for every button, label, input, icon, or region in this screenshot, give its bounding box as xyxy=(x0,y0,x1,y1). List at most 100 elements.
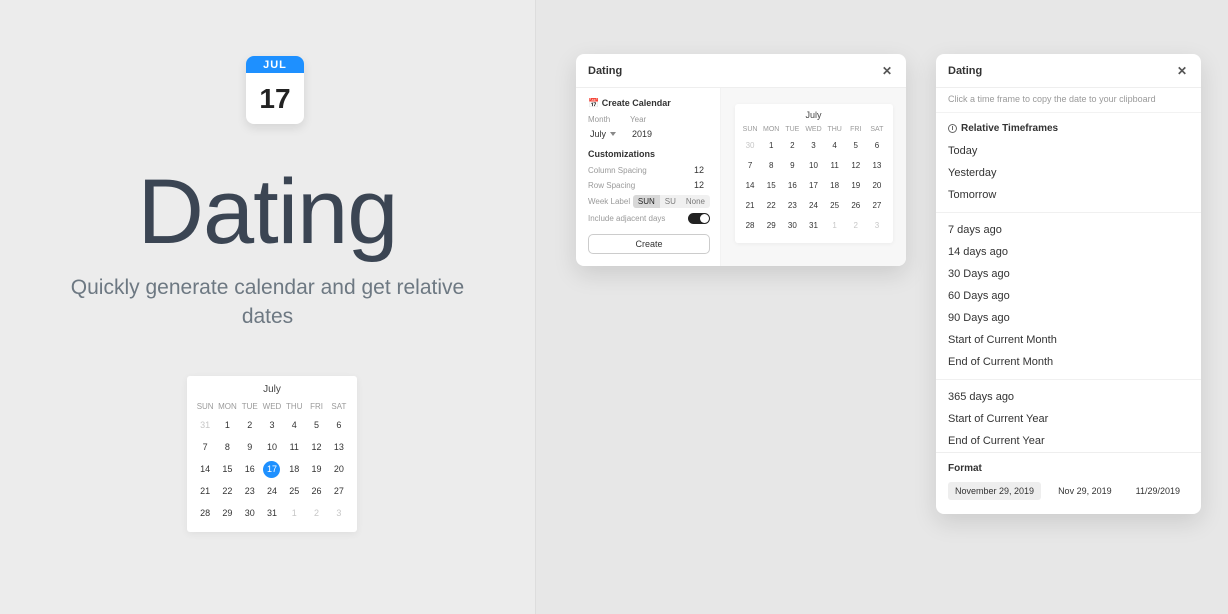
create-calendar-heading: 📅 Create Calendar xyxy=(588,98,710,109)
calendar-day: 6 xyxy=(866,135,887,155)
calendar-day: 21 xyxy=(740,195,761,215)
clock-icon xyxy=(948,124,957,133)
calendar-day: 31 xyxy=(261,502,283,524)
calendar-day: 1 xyxy=(761,135,782,155)
calendar-day: 28 xyxy=(194,502,216,524)
week-label-segment[interactable]: SUNSUNone xyxy=(633,195,710,208)
relative-timeframes-heading: Relative Timeframes xyxy=(936,113,1201,140)
app-icon: JUL 17 xyxy=(246,56,304,124)
day-of-week-header: TUE xyxy=(239,399,261,414)
calendar-day: 2 xyxy=(782,135,803,155)
calendar-day: 27 xyxy=(866,195,887,215)
format-option[interactable]: Nov 29, 2019 xyxy=(1051,482,1119,500)
format-option[interactable]: 11/29/2019 xyxy=(1129,482,1187,500)
create-button[interactable]: Create xyxy=(588,234,710,254)
format-options: November 29, 2019 Nov 29, 2019 11/29/2019 xyxy=(948,482,1189,500)
day-of-week-header: THU xyxy=(283,399,305,414)
calendar-day: 28 xyxy=(740,215,761,235)
row-spacing-label: Row Spacing xyxy=(588,181,635,190)
timeframe-item[interactable]: End of Current Month xyxy=(948,351,1189,373)
timeframe-item[interactable]: 90 Days ago xyxy=(948,307,1189,329)
timeframe-item[interactable]: Today xyxy=(948,140,1189,162)
adjacent-days-toggle[interactable] xyxy=(688,213,710,224)
week-label-option[interactable]: None xyxy=(681,195,710,208)
format-label: Format xyxy=(948,463,1189,474)
hero-panel: JUL 17 Dating Quickly generate calendar … xyxy=(0,0,535,614)
hero-subtitle: Quickly generate calendar and get relati… xyxy=(0,274,535,332)
calendar-day: 15 xyxy=(761,175,782,195)
calendar-day: 9 xyxy=(239,436,261,458)
calendar-day: 7 xyxy=(194,436,216,458)
column-spacing-label: Column Spacing xyxy=(588,166,647,175)
calendar-day: 8 xyxy=(216,436,238,458)
calendar-day: 2 xyxy=(305,502,327,524)
week-label-option[interactable]: SU xyxy=(660,195,681,208)
row-spacing-input[interactable]: 12 xyxy=(694,180,710,190)
calendar-day: 5 xyxy=(845,135,866,155)
day-of-week-header: SAT xyxy=(328,399,350,414)
calendar-day: 17 xyxy=(261,458,283,480)
calendar-day: 16 xyxy=(782,175,803,195)
calendar-day: 31 xyxy=(803,215,824,235)
calendar-day: 29 xyxy=(216,502,238,524)
create-calendar-window: Dating ✕ 📅 Create Calendar Month July Ye… xyxy=(576,54,906,266)
timeframe-item[interactable]: Yesterday xyxy=(948,162,1189,184)
week-label-label: Week Label xyxy=(588,197,630,206)
close-icon[interactable]: ✕ xyxy=(1175,63,1189,79)
timeframe-item[interactable]: Tomorrow xyxy=(948,184,1189,206)
preview-calendar: July SUNMONTUEWEDTHUFRISAT 3112345678910… xyxy=(187,376,357,532)
calendar-icon: 📅 xyxy=(588,98,599,108)
calendar-preview-pane: July SUNMONTUEWEDTHUFRISAT 3012345678910… xyxy=(721,88,906,266)
calendar-day: 8 xyxy=(761,155,782,175)
customizations-heading: Customizations xyxy=(588,149,710,159)
timeframe-item[interactable]: End of Current Year xyxy=(948,430,1189,452)
calendar-day: 17 xyxy=(803,175,824,195)
calendar-day: 30 xyxy=(782,215,803,235)
calendar-day: 18 xyxy=(283,458,305,480)
calendar-day: 20 xyxy=(866,175,887,195)
app-icon-month: JUL xyxy=(246,56,304,73)
calendar-day: 10 xyxy=(803,155,824,175)
calendar-day: 1 xyxy=(824,215,845,235)
calendar-day: 2 xyxy=(239,414,261,436)
calendar-day: 1 xyxy=(283,502,305,524)
calendar-day: 31 xyxy=(194,414,216,436)
day-of-week-header: TUE xyxy=(782,124,803,135)
timeframe-item[interactable]: 365 days ago xyxy=(948,386,1189,408)
divider xyxy=(936,379,1201,380)
timeframe-item[interactable]: 14 days ago xyxy=(948,241,1189,263)
timeframe-item[interactable]: 7 days ago xyxy=(948,219,1189,241)
calendar-day: 3 xyxy=(866,215,887,235)
week-label-option[interactable]: SUN xyxy=(633,195,660,208)
timeframe-item[interactable]: Start of Current Year xyxy=(948,408,1189,430)
timeframe-list: TodayYesterdayTomorrow 7 days ago14 days … xyxy=(936,140,1201,452)
calendar-day: 5 xyxy=(305,414,327,436)
calendar-day: 7 xyxy=(740,155,761,175)
calendar-day: 23 xyxy=(239,480,261,502)
month-select[interactable]: July xyxy=(588,127,616,141)
calendar-day: 3 xyxy=(328,502,350,524)
day-of-week-header: MON xyxy=(761,124,782,135)
calendar-day: 6 xyxy=(328,414,350,436)
calendar-day: 3 xyxy=(803,135,824,155)
calendar-day: 25 xyxy=(824,195,845,215)
timeframe-item[interactable]: 30 Days ago xyxy=(948,263,1189,285)
calendar-day: 16 xyxy=(239,458,261,480)
calendar-day: 12 xyxy=(845,155,866,175)
calendar-day: 14 xyxy=(194,458,216,480)
format-section: Format November 29, 2019 Nov 29, 2019 11/2… xyxy=(936,452,1201,514)
calendar-day: 9 xyxy=(782,155,803,175)
calendar-day: 21 xyxy=(194,480,216,502)
close-icon[interactable]: ✕ xyxy=(880,63,894,79)
year-input[interactable]: 2019 xyxy=(630,127,662,141)
timeframe-item[interactable]: Start of Current Month xyxy=(948,329,1189,351)
calendar-day: 24 xyxy=(261,480,283,502)
column-spacing-input[interactable]: 12 xyxy=(694,165,710,175)
format-option[interactable]: November 29, 2019 xyxy=(948,482,1041,500)
month-label: Month xyxy=(588,115,616,124)
timeframe-item[interactable]: 60 Days ago xyxy=(948,285,1189,307)
generated-calendar: July SUNMONTUEWEDTHUFRISAT 3012345678910… xyxy=(735,104,893,243)
calendar-day: 4 xyxy=(824,135,845,155)
calendar-day: 10 xyxy=(261,436,283,458)
calendar-day: 19 xyxy=(845,175,866,195)
